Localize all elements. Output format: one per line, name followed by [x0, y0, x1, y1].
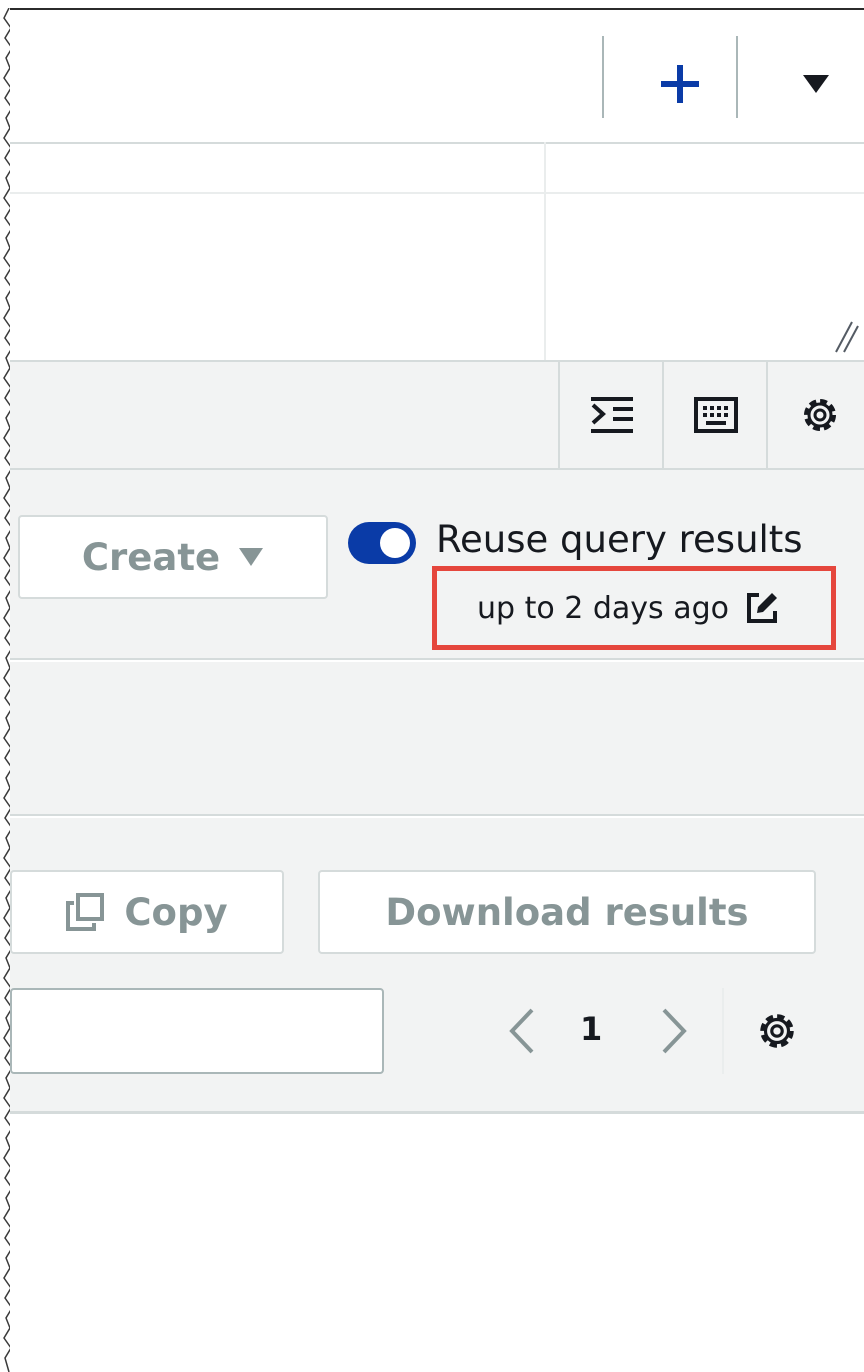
editor-divider [544, 142, 546, 360]
current-page-number[interactable]: 1 [580, 1010, 602, 1048]
next-page-icon[interactable] [654, 1006, 694, 1056]
editor-settings-button[interactable] [766, 362, 864, 468]
reuse-age-text: up to 2 days ago [477, 590, 729, 626]
settings-icon [804, 399, 836, 431]
create-button[interactable]: Create [18, 515, 328, 599]
settings-icon[interactable] [754, 1008, 800, 1054]
toggle-knob [380, 528, 410, 558]
resize-handle-icon[interactable] [832, 318, 860, 354]
keyboard-icon [694, 397, 738, 433]
query-actions: Create Reuse query results up to 2 days … [10, 470, 864, 660]
query-editor[interactable] [10, 194, 864, 360]
format-query-button[interactable] [558, 362, 664, 468]
toolbar-divider [736, 36, 738, 118]
toolbar-divider [602, 36, 604, 118]
caret-down-icon [803, 75, 829, 93]
previous-page-icon[interactable] [502, 1006, 542, 1056]
app-frame: Create Reuse query results up to 2 days … [10, 8, 864, 1372]
editor-header [10, 142, 864, 194]
query-status-area [10, 662, 864, 816]
download-results-button[interactable]: Download results [318, 870, 816, 954]
download-results-label: Download results [385, 890, 749, 934]
keyboard-shortcuts-button[interactable] [662, 362, 768, 468]
caret-down-icon [239, 548, 264, 566]
reuse-age-setting[interactable]: up to 2 days ago [432, 566, 836, 650]
results-filter-input[interactable] [10, 988, 384, 1074]
copy-button[interactable]: Copy [10, 870, 284, 954]
pager-divider [722, 988, 724, 1074]
results-panel: Copy Download results 1 [10, 818, 864, 1114]
reuse-results-label: Reuse query results [436, 518, 803, 561]
format-query-icon [591, 397, 633, 433]
create-button-label: Create [81, 535, 221, 579]
copy-icon [66, 893, 105, 931]
plus-icon [661, 65, 699, 103]
editor-toolbar [10, 360, 864, 470]
add-tab-button[interactable] [642, 54, 718, 114]
edit-icon[interactable] [745, 591, 779, 625]
tab-menu-button[interactable] [778, 54, 854, 114]
reuse-results-toggle[interactable] [348, 522, 416, 564]
copy-button-label: Copy [124, 890, 228, 934]
